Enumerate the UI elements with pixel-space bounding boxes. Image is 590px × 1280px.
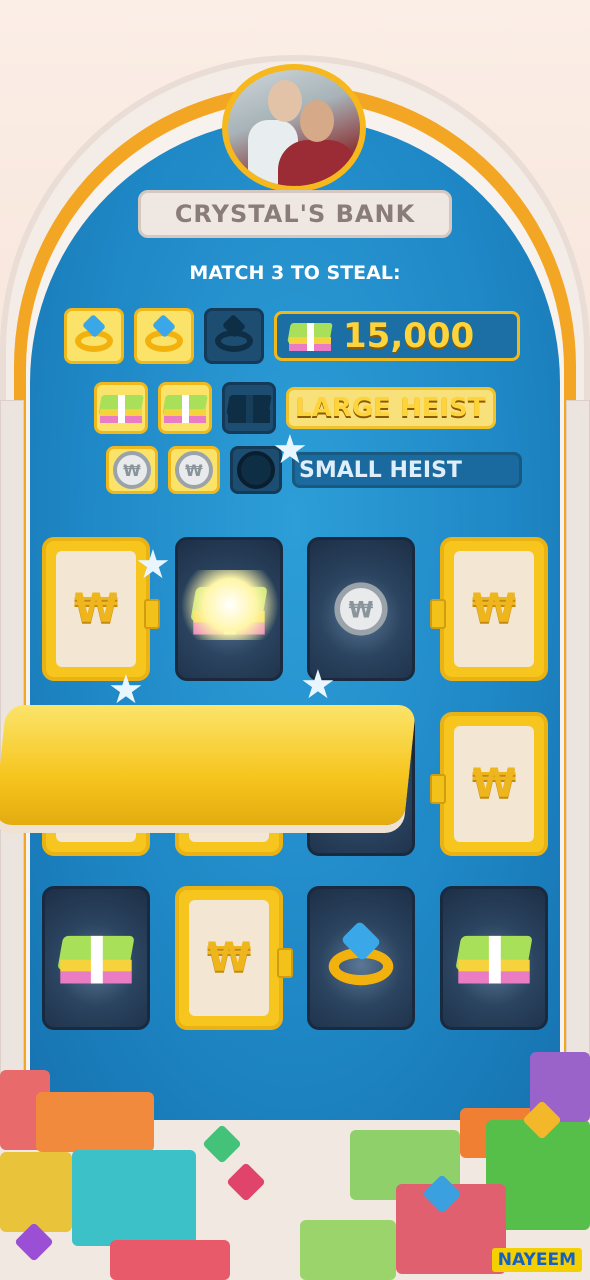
watermark-label: NAYEEM <box>491 1248 582 1272</box>
hidden-card[interactable]: ₩ <box>430 537 548 681</box>
prize-slot-filled: ₩ <box>106 446 158 494</box>
coin-icon: ₩ <box>113 451 151 489</box>
hidden-card[interactable]: ₩ <box>175 886 293 1030</box>
card-face: ₩ <box>56 551 136 667</box>
bank-name-plate: CRYSTAL'S BANK <box>138 190 452 238</box>
large-heist-label: LARGE HEIST <box>295 393 486 423</box>
cash-stack-decoration <box>36 1092 154 1152</box>
cash-icon <box>57 929 135 987</box>
prize-amount: 15,000 <box>343 316 475 356</box>
bank-title: CRYSTAL'S BANK <box>174 200 416 228</box>
card-symbol: ₩ <box>471 761 517 807</box>
cash-stack-decoration <box>110 1240 230 1280</box>
prize-slot-filled <box>158 382 212 434</box>
hidden-card[interactable]: ₩ <box>42 537 160 681</box>
ring-icon <box>71 313 117 356</box>
cash-icon <box>162 391 208 425</box>
revealed-card <box>440 886 548 1030</box>
cash-icon <box>455 929 533 987</box>
card-hinge <box>144 599 160 629</box>
prize-row-jackpot: 15,000 <box>64 308 520 364</box>
sparkle-icon: ★ <box>108 667 144 713</box>
coin-icon: ₩ <box>175 451 213 489</box>
cash-stack-decoration <box>0 1152 72 1232</box>
card-symbol: ₩ <box>73 586 119 632</box>
cash-icon <box>98 391 144 425</box>
prize-slot-empty <box>204 308 264 364</box>
hidden-card[interactable]: ₩ <box>430 712 548 856</box>
card-hinge <box>430 774 446 804</box>
card-symbol: ₩ <box>471 586 517 632</box>
coin-icon: ₩ <box>334 582 388 636</box>
prize-row-small: ₩ ₩ ₩ SMALL HEIST <box>106 446 522 494</box>
revealed-card <box>42 886 150 1030</box>
sparkle-icon: ★ <box>300 662 336 708</box>
card-face: ₩ <box>454 551 534 667</box>
prize-reward-large: LARGE HEIST <box>286 387 496 429</box>
reveal-flash <box>175 570 285 640</box>
prize-slot-filled <box>134 308 194 364</box>
bank-owner-avatar <box>222 64 366 192</box>
revealed-card <box>307 886 415 1030</box>
prize-slot-filled <box>64 308 124 364</box>
cash-icon <box>226 391 272 425</box>
card-hinge <box>277 948 293 978</box>
flipping-card-overlay <box>0 705 417 825</box>
prize-slot-empty <box>222 382 276 434</box>
revealed-card: ₩ <box>307 537 415 681</box>
prize-slot-filled: ₩ <box>168 446 220 494</box>
match-instruction: MATCH 3 TO STEAL: <box>189 262 401 284</box>
ring-icon <box>141 313 187 356</box>
prize-reward-jackpot: 15,000 <box>274 311 520 361</box>
cash-stack-decoration <box>72 1150 196 1246</box>
cash-icon <box>287 319 333 353</box>
ring-icon <box>211 313 257 356</box>
right-pillar <box>566 400 590 1082</box>
card-face: ₩ <box>454 726 534 842</box>
prize-reward-small: SMALL HEIST <box>292 452 522 488</box>
sparkle-icon: ★ <box>272 427 308 473</box>
coin-icon: ₩ <box>237 451 275 489</box>
ring-icon <box>322 920 400 992</box>
card-symbol: ₩ <box>206 935 252 981</box>
prize-slot-filled <box>94 382 148 434</box>
sparkle-icon: ★ <box>135 542 171 588</box>
card-face: ₩ <box>189 900 269 1016</box>
card-hinge <box>430 599 446 629</box>
small-heist-label: SMALL HEIST <box>299 457 462 483</box>
cash-stack-decoration <box>300 1220 396 1280</box>
